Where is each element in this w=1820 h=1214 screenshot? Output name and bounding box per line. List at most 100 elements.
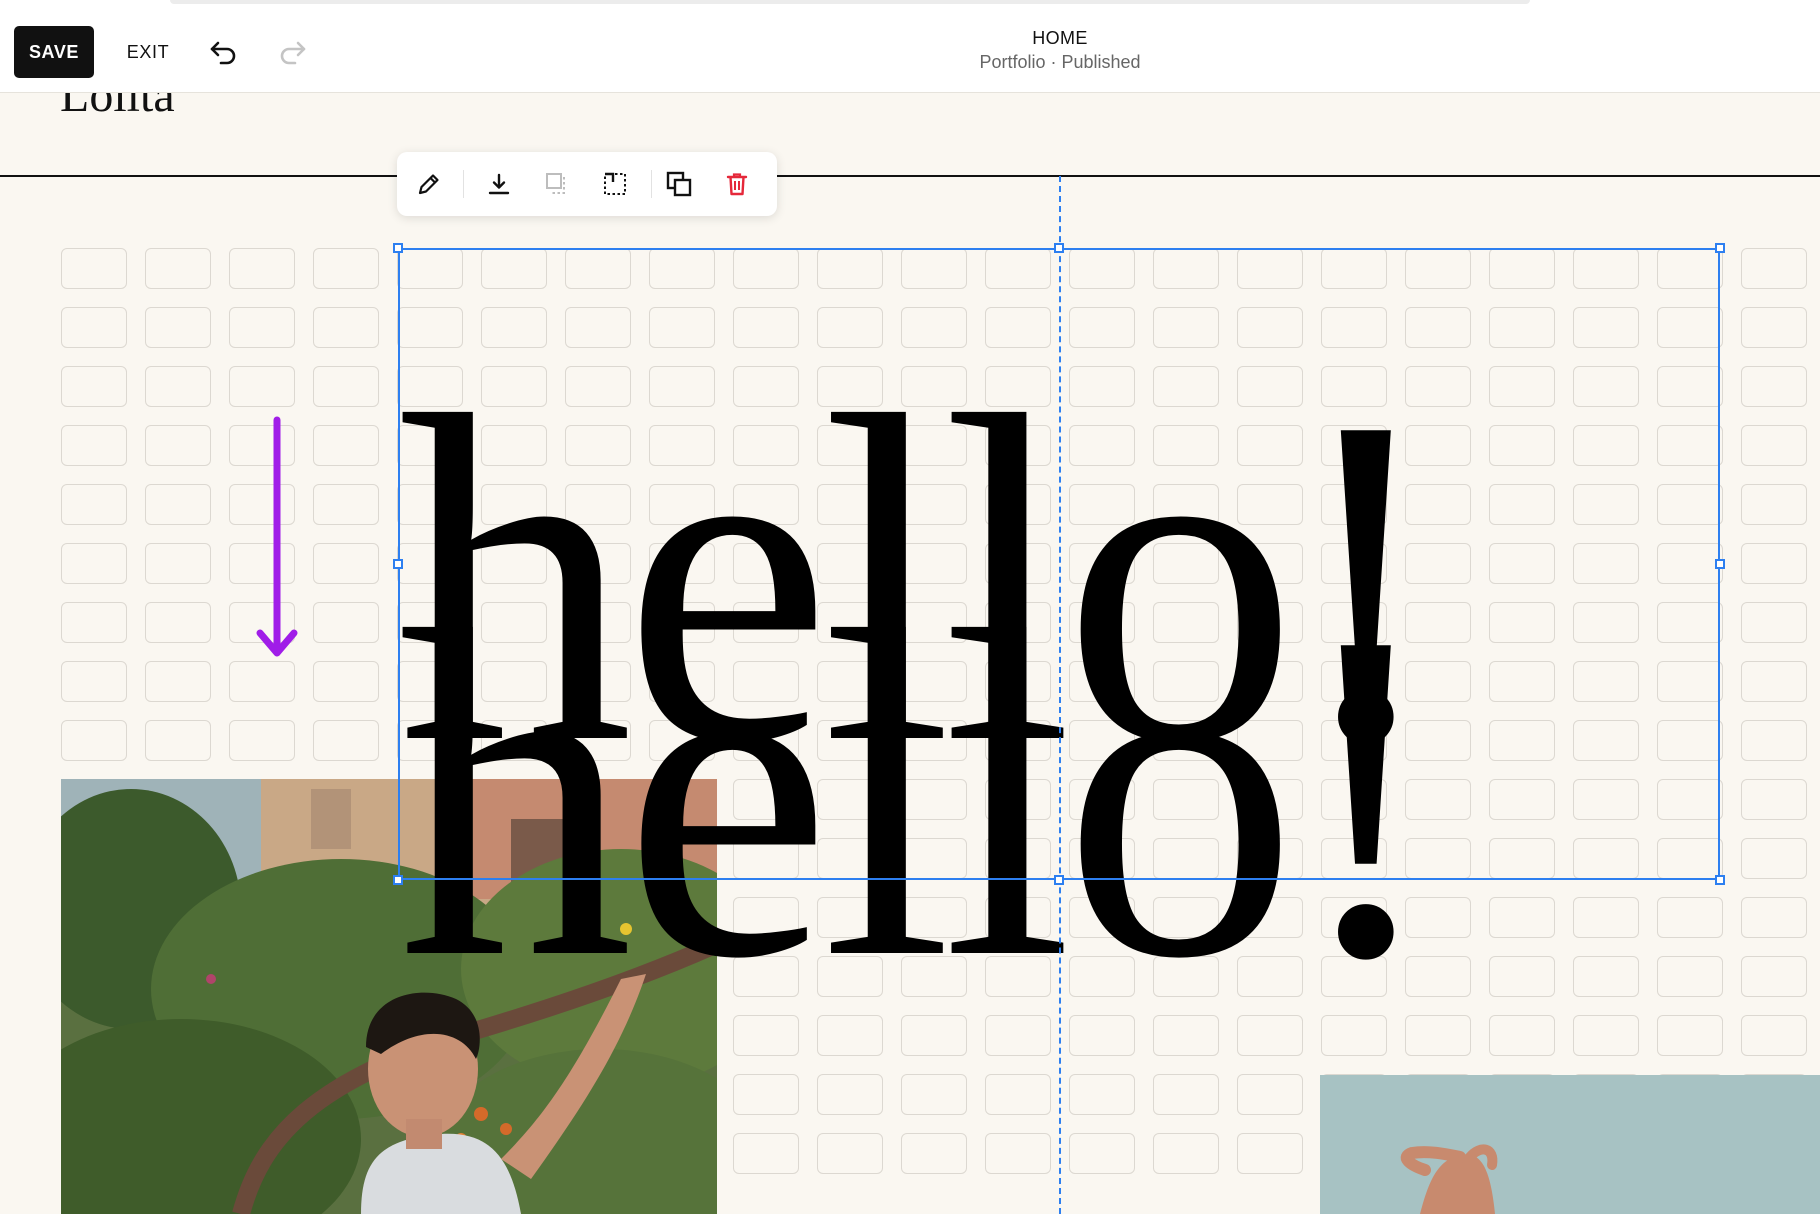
grid-cell	[1489, 956, 1555, 997]
grid-cell	[1741, 366, 1807, 407]
grid-cell	[1741, 543, 1807, 584]
grid-cell	[1573, 1015, 1639, 1056]
resize-handle-top-center[interactable]	[1054, 243, 1064, 253]
grid-cell	[229, 366, 295, 407]
grid-cell	[1741, 1015, 1807, 1056]
layer-arrange-icon	[666, 171, 692, 197]
hand-photo[interactable]	[1320, 1075, 1820, 1214]
resize-handle-top-left[interactable]	[393, 243, 403, 253]
grid-cell	[1741, 307, 1807, 348]
grid-cell	[1741, 897, 1807, 938]
grid-cell	[61, 543, 127, 584]
crop-disabled-icon	[546, 173, 565, 194]
stretch-icon	[604, 172, 626, 195]
grid-cell	[733, 1074, 799, 1115]
grid-cell	[145, 602, 211, 643]
grid-cell	[145, 484, 211, 525]
grid-cell	[985, 1133, 1051, 1174]
grid-cell	[313, 543, 379, 584]
grid-cell	[901, 1133, 967, 1174]
resize-handle-top-right[interactable]	[1715, 243, 1725, 253]
grid-cell	[985, 1074, 1051, 1115]
grid-cell	[1741, 779, 1807, 820]
grid-cell	[145, 661, 211, 702]
block-toolbar	[397, 152, 777, 216]
grid-cell	[61, 484, 127, 525]
toolbar-separator	[651, 170, 652, 198]
grid-cell	[145, 307, 211, 348]
grid-cell	[229, 720, 295, 761]
grid-cell	[1657, 956, 1723, 997]
grid-cell	[1153, 1133, 1219, 1174]
grid-cell	[61, 602, 127, 643]
delete-button[interactable]	[719, 166, 755, 202]
arrange-button[interactable]	[661, 166, 697, 202]
grid-cell	[1741, 661, 1807, 702]
grid-cell	[1153, 1074, 1219, 1115]
save-button[interactable]: SAVE	[14, 26, 94, 78]
grid-cell	[229, 248, 295, 289]
grid-cell	[145, 366, 211, 407]
grid-cell	[1657, 897, 1723, 938]
grid-cell	[313, 307, 379, 348]
grid-cell	[1069, 1074, 1135, 1115]
grid-cell	[901, 1074, 967, 1115]
editor-topbar: SAVE EXIT HOME Portfolio · Published	[0, 0, 1820, 93]
browser-strip	[170, 0, 1530, 4]
hand-photo-illustration	[1320, 1075, 1820, 1214]
page-status: Portfolio · Published	[979, 52, 1141, 72]
grid-cell	[61, 720, 127, 761]
grid-cell	[145, 248, 211, 289]
resize-handle-bottom-right[interactable]	[1715, 875, 1725, 885]
grid-cell	[1237, 1074, 1303, 1115]
resize-handle-bottom-center[interactable]	[1054, 875, 1064, 885]
resize-handle-middle-left[interactable]	[393, 559, 403, 569]
undo-icon[interactable]	[208, 36, 240, 68]
grid-cell	[313, 484, 379, 525]
toolbar-separator	[463, 170, 464, 198]
grid-cell	[1741, 484, 1807, 525]
download-button[interactable]	[481, 166, 517, 202]
grid-cell	[61, 366, 127, 407]
grid-cell	[1573, 897, 1639, 938]
grid-cell	[1237, 1133, 1303, 1174]
grid-cell	[1489, 1015, 1555, 1056]
grid-cell	[61, 307, 127, 348]
crop-button[interactable]	[539, 166, 575, 202]
grid-cell	[313, 366, 379, 407]
edit-pencil-icon	[418, 174, 439, 195]
grid-cell	[313, 720, 379, 761]
redo-icon[interactable]	[276, 36, 308, 68]
grid-cell	[61, 248, 127, 289]
grid-cell	[229, 307, 295, 348]
grid-cell	[1657, 1015, 1723, 1056]
selection-box[interactable]	[398, 248, 1720, 880]
grid-cell	[1741, 720, 1807, 761]
delete-icon	[726, 173, 748, 196]
grid-cell	[313, 425, 379, 466]
grid-cell	[1573, 956, 1639, 997]
grid-cell	[1741, 602, 1807, 643]
grid-cell	[313, 661, 379, 702]
grid-cell	[733, 1133, 799, 1174]
grid-cell	[145, 720, 211, 761]
grid-cell	[817, 1074, 883, 1115]
grid-cell	[313, 248, 379, 289]
resize-handle-middle-right[interactable]	[1715, 559, 1725, 569]
grid-cell	[61, 661, 127, 702]
exit-button[interactable]: EXIT	[118, 26, 178, 78]
arrow-down-icon	[256, 416, 298, 657]
page-title: HOME	[1032, 28, 1088, 48]
grid-cell	[1741, 956, 1807, 997]
grid-cell	[145, 425, 211, 466]
grid-cell	[817, 1133, 883, 1174]
grid-cell	[313, 602, 379, 643]
grid-cell	[1489, 897, 1555, 938]
grid-cell	[1741, 838, 1807, 879]
grid-cell	[229, 661, 295, 702]
edit-button[interactable]	[411, 166, 447, 202]
stretch-button[interactable]	[597, 166, 633, 202]
grid-cell	[145, 543, 211, 584]
resize-handle-bottom-left[interactable]	[393, 875, 403, 885]
grid-cell	[1741, 425, 1807, 466]
